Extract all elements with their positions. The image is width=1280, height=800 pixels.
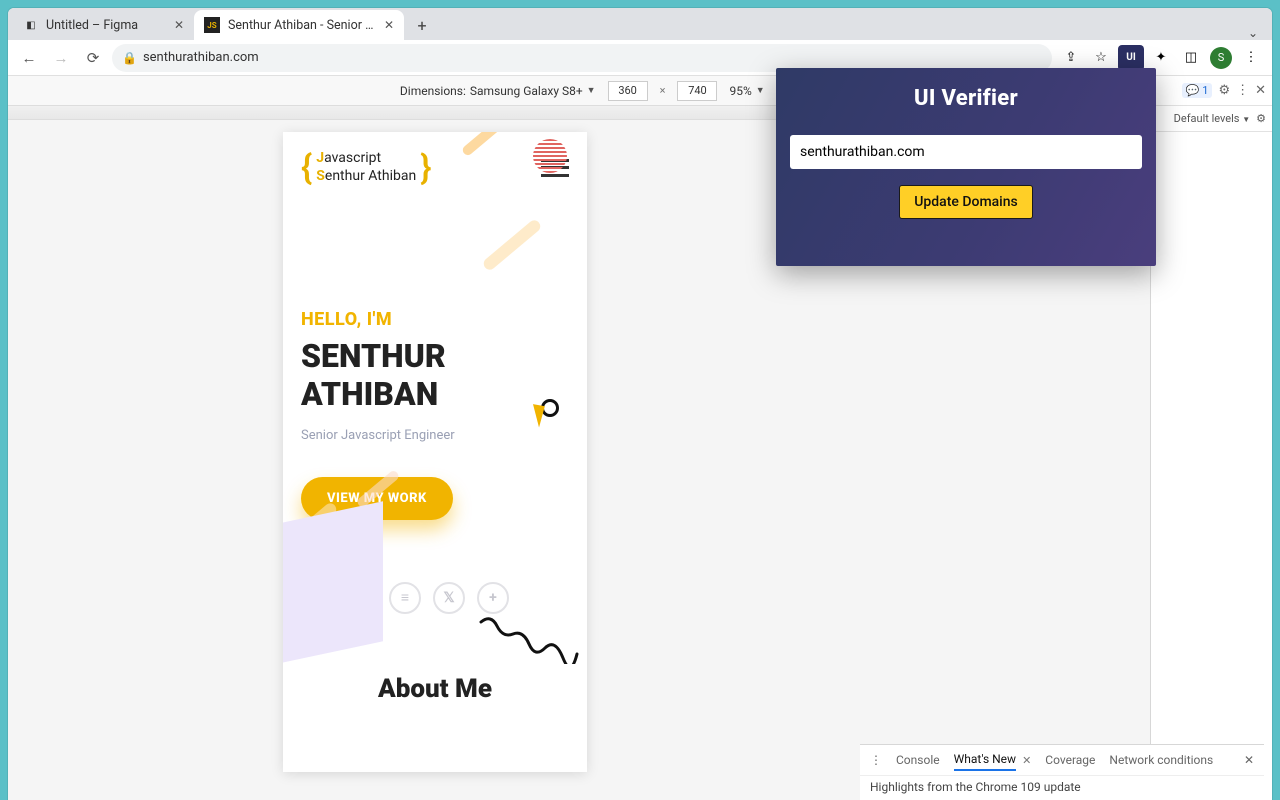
site-header: { Javascript Senthur Athiban } bbox=[283, 132, 587, 199]
site-favicon: JS bbox=[204, 17, 220, 33]
lock-icon: 🔒 bbox=[122, 51, 137, 65]
stackoverflow-icon[interactable]: ≡ bbox=[389, 582, 421, 614]
url-text: senthurathiban.com bbox=[143, 50, 259, 65]
drawer-tab-whatsnew[interactable]: What's New bbox=[954, 749, 1016, 771]
close-icon[interactable]: ✕ bbox=[384, 18, 394, 32]
tab-site[interactable]: JS Senthur Athiban - Senior Javas ✕ bbox=[194, 10, 404, 40]
squiggle-decoration bbox=[479, 614, 579, 664]
extensions-icon[interactable]: ✦ bbox=[1148, 45, 1174, 71]
zoom-select[interactable]: 95%▼ bbox=[729, 84, 764, 98]
close-icon[interactable]: ✕ bbox=[1255, 83, 1266, 98]
devtools-panel: 💬 1 ⚙ ⋮ ✕ Default levels ▼ ⚙ bbox=[1150, 76, 1272, 800]
tab-strip: ◧ Untitled – Figma ✕ JS Senthur Athiban … bbox=[8, 8, 1272, 40]
view-work-button[interactable]: VIEW MY WORK bbox=[301, 477, 453, 520]
extension-popup: UI Verifier Update Domains bbox=[776, 68, 1156, 266]
drawer-kebab-icon[interactable]: ⋮ bbox=[870, 753, 882, 767]
share-icon[interactable]: ⇪ bbox=[1058, 45, 1084, 71]
ui-verifier-extension-icon[interactable]: UI bbox=[1118, 45, 1144, 71]
emulated-device-frame: { Javascript Senthur Athiban } bbox=[283, 132, 587, 772]
profile-avatar[interactable]: S bbox=[1208, 45, 1234, 71]
console-messages-badge[interactable]: 💬 1 bbox=[1182, 83, 1213, 98]
kebab-menu-icon[interactable]: ⋮ bbox=[1238, 45, 1264, 71]
forward-button[interactable]: → bbox=[48, 45, 74, 71]
hero-eyebrow: HELLO, I'M bbox=[301, 309, 569, 330]
decoration bbox=[481, 218, 542, 272]
close-icon[interactable]: ✕ bbox=[1022, 754, 1031, 767]
brace-icon: } bbox=[420, 151, 431, 185]
height-input[interactable]: 740 bbox=[677, 81, 717, 101]
site-logo[interactable]: { Javascript Senthur Athiban } bbox=[301, 150, 432, 185]
side-panel-icon[interactable]: ◫ bbox=[1178, 45, 1204, 71]
domain-input[interactable] bbox=[790, 135, 1142, 169]
gear-icon[interactable]: ⚙ bbox=[1256, 112, 1266, 125]
drawer-close-icon[interactable]: ✕ bbox=[1244, 753, 1254, 767]
chevron-down-icon: ▼ bbox=[587, 85, 596, 96]
kebab-menu-icon[interactable]: ⋮ bbox=[1236, 83, 1249, 98]
new-tab-button[interactable]: + bbox=[410, 13, 434, 37]
gear-icon[interactable]: ⚙ bbox=[1218, 83, 1230, 98]
update-domains-button[interactable]: Update Domains bbox=[899, 185, 1033, 219]
tab-title: Senthur Athiban - Senior Javas bbox=[228, 18, 376, 33]
social-links: in M ≡ 𝕏 + bbox=[301, 582, 569, 614]
dimensions-label: Dimensions: Samsung Galaxy S8+ ▼ bbox=[400, 84, 596, 98]
device-select[interactable]: Samsung Galaxy S8+ bbox=[470, 84, 583, 98]
bookmark-icon[interactable]: ☆ bbox=[1088, 45, 1114, 71]
hero-name: SENTHUR ATHIBAN bbox=[301, 338, 569, 414]
drawer-tab-console[interactable]: Console bbox=[896, 750, 940, 770]
tabs-overflow-button[interactable]: ⌄ bbox=[1248, 26, 1258, 40]
tab-title: Untitled – Figma bbox=[46, 18, 166, 33]
reload-button[interactable]: ⟳ bbox=[80, 45, 106, 71]
figma-favicon: ◧ bbox=[24, 18, 38, 32]
devtools-drawer: ⋮ Console What's New ✕ Coverage Network … bbox=[860, 744, 1264, 800]
linkedin-icon[interactable]: in bbox=[301, 582, 333, 614]
more-icon[interactable]: + bbox=[477, 582, 509, 614]
drawer-tab-network[interactable]: Network conditions bbox=[1109, 750, 1213, 770]
hero-section: HELLO, I'M SENTHUR ATHIBAN Senior Javasc… bbox=[283, 199, 587, 724]
tab-figma[interactable]: ◧ Untitled – Figma ✕ bbox=[14, 10, 194, 40]
hamburger-menu-button[interactable] bbox=[541, 159, 569, 177]
twitter-icon[interactable]: 𝕏 bbox=[433, 582, 465, 614]
back-button[interactable]: ← bbox=[16, 45, 42, 71]
brace-icon: { bbox=[301, 151, 312, 185]
medium-icon[interactable]: M bbox=[345, 582, 377, 614]
hero-role: Senior Javascript Engineer bbox=[301, 428, 569, 443]
log-levels-select[interactable]: Default levels ▼ bbox=[1174, 112, 1250, 125]
popup-title: UI Verifier bbox=[914, 86, 1018, 111]
about-heading: About Me bbox=[301, 674, 569, 704]
times-icon: × bbox=[660, 84, 666, 97]
drawer-tab-coverage[interactable]: Coverage bbox=[1045, 750, 1095, 770]
logo-line-2: Senthur Athiban bbox=[316, 168, 416, 186]
drawer-body: Highlights from the Chrome 109 update bbox=[860, 776, 1264, 798]
close-icon[interactable]: ✕ bbox=[174, 18, 184, 32]
logo-line-1: Javascript bbox=[316, 150, 416, 168]
toolbar-actions: ⇪ ☆ UI ✦ ◫ S ⋮ bbox=[1058, 45, 1264, 71]
width-input[interactable]: 360 bbox=[608, 81, 648, 101]
